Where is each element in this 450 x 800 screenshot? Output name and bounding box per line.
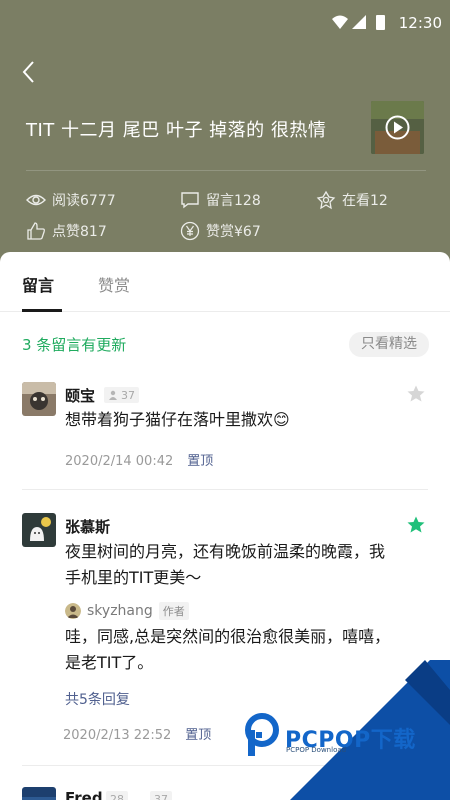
comment-date: 2020/2/14 00:42 [65,454,174,469]
pin-button[interactable]: 置顶 [187,454,213,469]
stat-rewards-label: 赞赏¥67 [206,224,261,240]
status-icons [332,15,385,30]
stat-watching: 在看12 [316,190,388,210]
avatar[interactable] [22,513,56,547]
watermark-subtitle: PCPOP Download [286,746,347,754]
level-badge: 37 [150,791,172,800]
more-replies-link[interactable]: 共5条回复 [65,689,130,709]
updates-notice[interactable]: 3 条留言有更新 [22,334,126,355]
comment-meta: 2020/2/14 00:42 置顶 [65,450,213,469]
level-value: 28 [110,792,124,800]
comment-divider [22,489,428,490]
stat-watching-label: 在看12 [342,193,388,209]
tab-underline [22,309,62,312]
commenter-name[interactable]: 颐宝 [65,385,95,406]
thumbs-up-icon [27,222,45,240]
article-title: TIT 十二月 尾巴 叶子 掉落的 很热情 [26,120,327,141]
status-time: 12:30 [398,14,442,32]
star-icon[interactable] [406,384,426,404]
pcpop-logo-icon [245,713,279,756]
stat-comments-label: 留言128 [206,193,261,209]
level-badge: 37 [104,387,139,403]
tab-comments[interactable]: 留言 [22,272,54,296]
battery-icon [376,15,385,30]
flower-icon [316,190,336,210]
signal-icon [352,15,366,29]
wifi-icon [332,15,348,29]
level-value: 37 [121,388,135,402]
stat-reads-label: 阅读6777 [52,193,116,209]
level-value: 37 [154,792,168,800]
star-icon[interactable] [406,515,426,535]
tab-rewards[interactable]: 赞赏 [98,272,130,296]
comment-meta: 2020/2/13 22:52 置顶 [63,724,211,743]
comment-date: 2020/2/13 22:52 [63,728,172,743]
comment-bubble-icon [181,192,199,209]
comment-text: 想带着狗子猫仔在落叶里撒欢😊 [65,410,290,429]
stat-comments: 留言128 [180,190,261,210]
author-tag: 作者 [158,602,189,620]
avatar[interactable] [22,382,56,416]
stat-rewards: 赞赏¥67 [180,221,261,241]
commenter-name[interactable]: Fred [65,789,103,800]
stat-likes-label: 点赞817 [52,224,107,240]
reply-author: skyzhang 作者 [65,602,189,620]
header-divider [26,170,426,171]
stat-likes: 点赞817 [26,221,107,241]
comment-text: 夜里树间的月亮，还有晚饭前温柔的晚霞，我手机里的TIT更美～ [65,542,386,587]
avatar[interactable] [22,787,56,800]
commenter-name[interactable]: 张慕斯 [65,516,110,537]
eye-icon [26,194,46,206]
yen-icon [180,221,200,241]
level-badge: 28 [106,791,128,800]
status-bar: 12:30 [0,0,450,46]
featured-only-button[interactable]: 只看精选 [349,332,429,357]
person-icon [109,390,117,400]
video-thumbnail[interactable] [371,101,424,154]
pin-button[interactable]: 置顶 [185,728,211,743]
back-arrow-icon[interactable] [18,58,42,86]
tab-bar: 留言 赞赏 [0,252,450,312]
reply-avatar [65,603,81,619]
stat-reads: 阅读6777 [26,190,116,210]
reply-author-name[interactable]: skyzhang [87,603,153,619]
